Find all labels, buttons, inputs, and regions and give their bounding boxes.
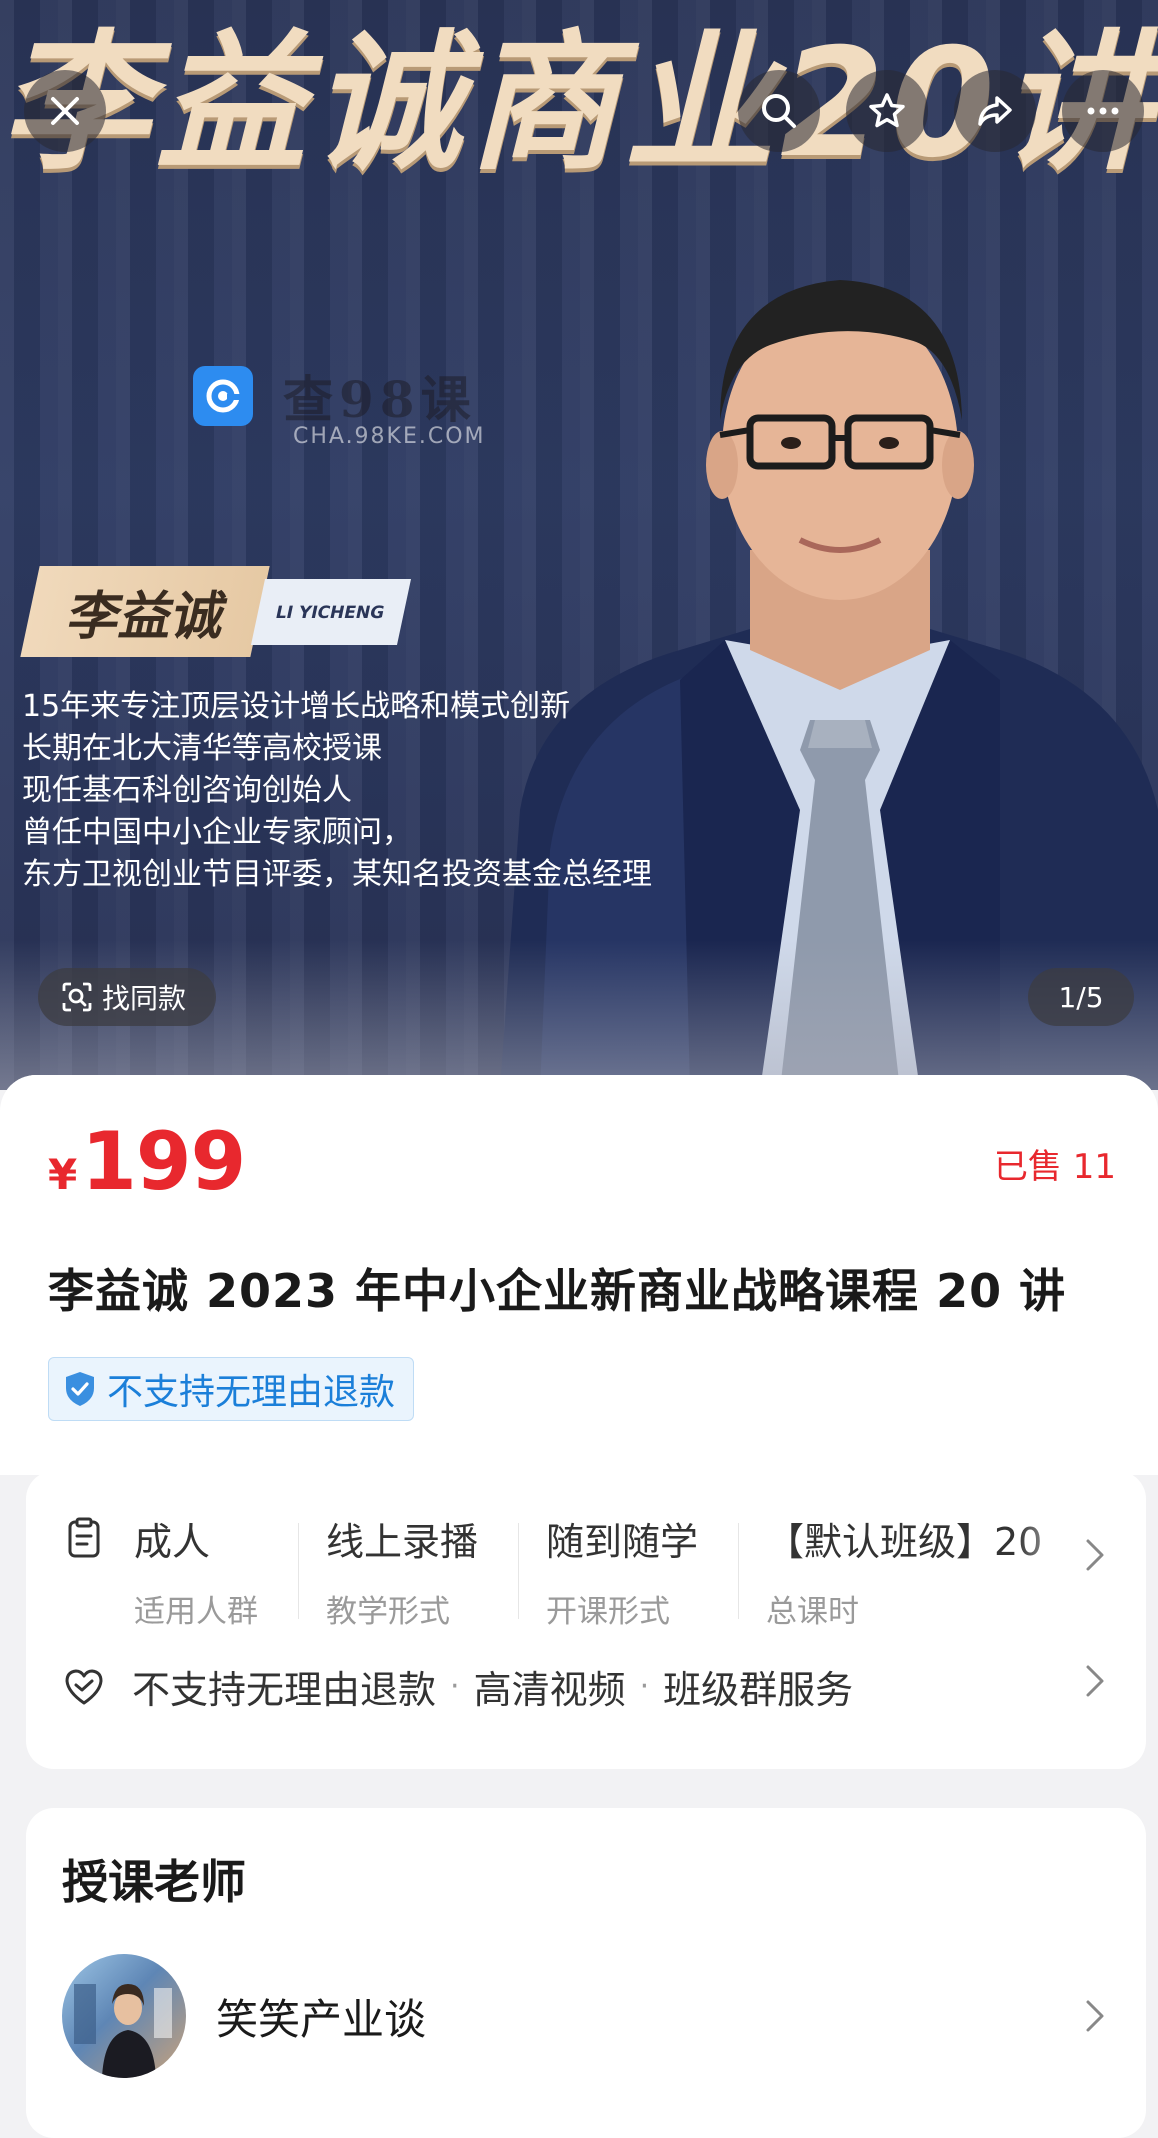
close-icon (51, 97, 79, 125)
currency-symbol: ¥ (48, 1150, 78, 1199)
find-similar-button[interactable]: 找同款 (38, 968, 217, 1026)
watermark-logo-icon (193, 366, 253, 426)
info-label: 开课形式 (546, 1594, 670, 1630)
sold-count: 已售 11 (993, 1147, 1116, 1187)
product-summary: ¥ 199 已售 11 李益诚 2023 年中小企业新商业战略课程 20 讲 不… (0, 1075, 1158, 1475)
refund-policy-tag[interactable]: 不支持无理由退款 (48, 1357, 415, 1421)
lecturer-name-tag: 李益诚 LI YICHENG (20, 566, 412, 657)
separator-dot: · (639, 1669, 650, 1704)
product-title: 李益诚 2023 年中小企业新商业战略课程 20 讲 (48, 1264, 1067, 1318)
watermark-text: 查98课 (283, 370, 477, 429)
bio-line: 15年来专注顶层设计增长战略和模式创新 (22, 689, 571, 724)
refund-policy-label: 不支持无理由退款 (107, 1372, 396, 1413)
search-button[interactable] (738, 70, 820, 152)
carousel-page-indicator: 1/5 (1028, 968, 1134, 1026)
service-item: 高清视频 (473, 1668, 626, 1712)
shield-check-icon (66, 1372, 94, 1406)
lecturer-name: 李益诚 (20, 566, 270, 657)
close-button[interactable] (24, 70, 106, 152)
info-value: 随到随学 (546, 1520, 699, 1564)
course-info-card[interactable]: 成人 适用人群 线上录播 教学形式 随到随学 开课形式 【默认班级】20 总课时 (26, 1471, 1146, 1769)
info-value: 线上录播 (326, 1520, 479, 1564)
info-label: 总课时 (766, 1594, 859, 1630)
bio-line: 现任基石科创咨询创始人 (22, 773, 352, 808)
service-row[interactable]: 不支持无理由退款 · 高清视频 · 班级群服务 (62, 1659, 853, 1714)
divider (518, 1523, 519, 1619)
chevron-right-icon (1086, 1665, 1104, 1697)
teacher-heading: 授课老师 (62, 1855, 246, 1909)
info-class-format: 随到随学 开课形式 (546, 1511, 698, 1631)
watermark: 查98课 CHA.98KE.COM (193, 360, 484, 449)
chevron-right-icon (1086, 2000, 1104, 2032)
text-fade (1016, 1511, 1086, 1561)
scan-search-icon (62, 982, 92, 1012)
find-similar-label: 找同款 (102, 982, 187, 1015)
lecturer-bio: 15年来专注顶层设计增长战略和模式创新 长期在北大清华等高校授课 现任基石科创咨… (22, 686, 652, 896)
avatar (62, 1954, 186, 2078)
star-icon (869, 93, 905, 128)
info-audience: 成人 适用人群 (134, 1511, 258, 1631)
clipboard-icon (68, 1517, 100, 1558)
divider (738, 1523, 739, 1619)
search-icon (762, 94, 796, 128)
info-label: 教学形式 (326, 1594, 450, 1630)
info-total-hours: 【默认班级】20 总课时 (766, 1511, 1086, 1631)
heart-check-icon (65, 1669, 103, 1704)
info-label: 适用人群 (134, 1594, 258, 1630)
teacher-card: 授课老师 笑笑产业谈 (26, 1808, 1146, 2138)
teacher-row[interactable]: 笑笑产业谈 (62, 1954, 426, 2078)
share-icon (978, 96, 1012, 126)
favorite-button[interactable] (846, 70, 928, 152)
divider (298, 1523, 299, 1619)
bio-line: 东方卫视创业节目评委，某知名投资基金总经理 (22, 857, 652, 892)
more-icon (1087, 107, 1119, 115)
teacher-name: 笑笑产业谈 (216, 1994, 427, 2044)
share-button[interactable] (954, 70, 1036, 152)
watermark-url: CHA.98KE.COM (293, 424, 486, 449)
product-image-carousel[interactable]: 李益诚商业20讲 查98课 CHA.98KE.COM 李益诚 LI YICHEN… (0, 0, 1158, 1090)
bio-line: 长期在北大清华等高校授课 (22, 731, 382, 766)
info-teaching-format: 线上录播 教学形式 (326, 1511, 478, 1631)
lecturer-name-pinyin: LI YICHENG (251, 578, 412, 645)
bio-line: 曾任中国中小企业专家顾问， (22, 815, 412, 850)
price-value: 199 (81, 1115, 246, 1208)
chevron-right-icon (1086, 1539, 1104, 1571)
service-item: 班级群服务 (663, 1668, 854, 1712)
separator-dot: · (450, 1669, 460, 1704)
service-item: 不支持无理由退款 (132, 1668, 437, 1712)
price: ¥ 199 (48, 1115, 246, 1208)
info-value: 成人 (134, 1520, 211, 1564)
product-detail-sheet: ¥ 199 已售 11 李益诚 2023 年中小企业新商业战略课程 20 讲 不… (0, 1075, 1158, 2138)
more-button[interactable] (1062, 70, 1144, 152)
